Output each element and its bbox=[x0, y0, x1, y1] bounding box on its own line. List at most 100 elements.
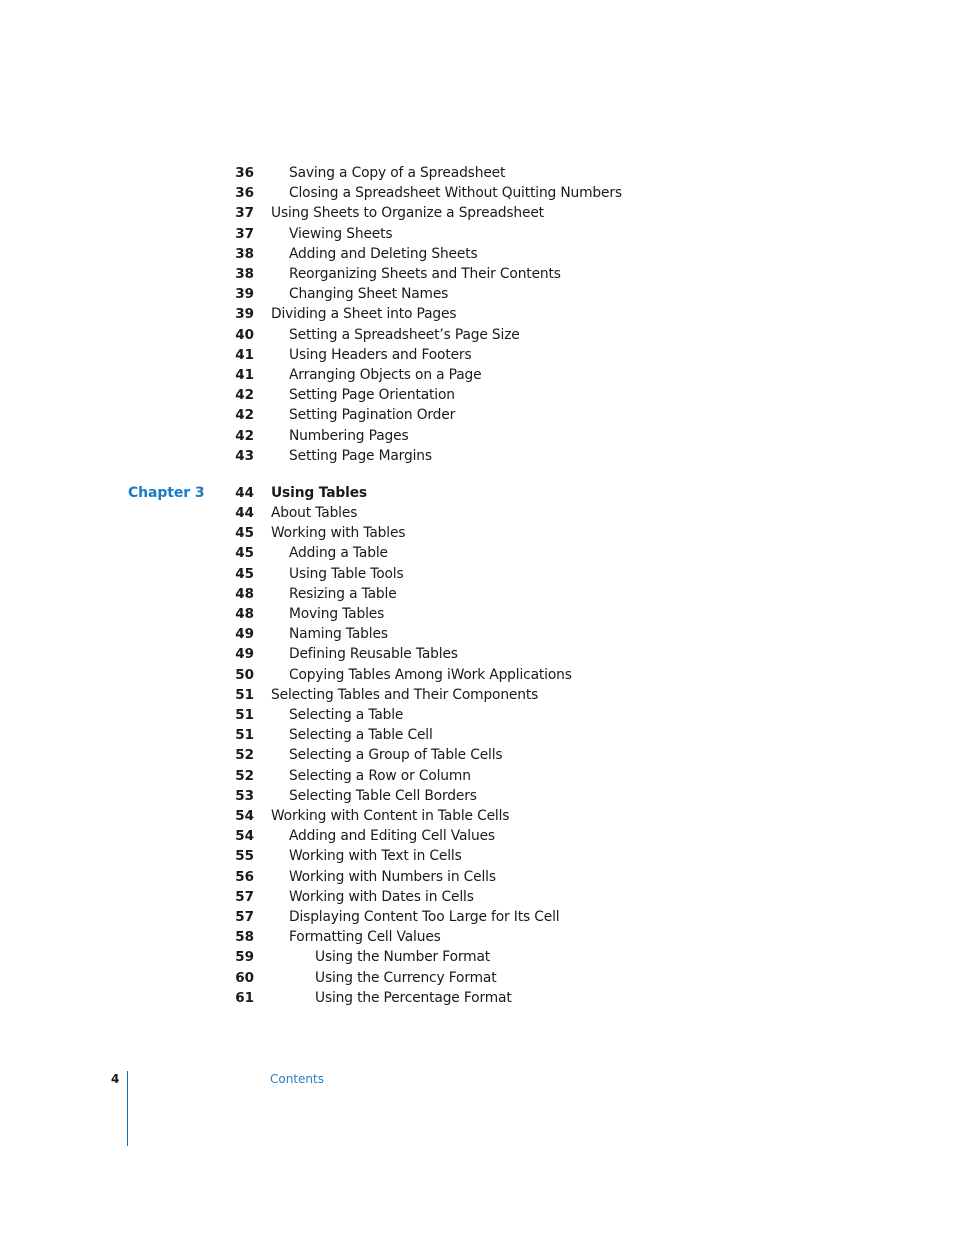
toc-entry[interactable]: 55 Working with Text in Cells bbox=[0, 846, 700, 866]
footer-section-name: Contents bbox=[270, 1072, 324, 1086]
toc-entry[interactable]: 56 Working with Numbers in Cells bbox=[0, 867, 700, 887]
toc-entry[interactable]: 45 Working with Tables bbox=[0, 523, 700, 543]
toc-entry[interactable]: 41 Arranging Objects on a Page bbox=[0, 365, 700, 385]
toc-entry[interactable]: 36 Closing a Spreadsheet Without Quitting… bbox=[0, 183, 700, 203]
toc-page-number: 56 bbox=[235, 868, 254, 885]
toc-entry[interactable]: 38 Reorganizing Sheets and Their Contents bbox=[0, 264, 700, 284]
toc-entry[interactable]: 44 About Tables bbox=[0, 503, 700, 523]
toc-page-number: 44 bbox=[235, 485, 254, 501]
toc-entry[interactable]: 51 Selecting a Table bbox=[0, 705, 700, 725]
toc-entry[interactable]: 49 Defining Reusable Tables bbox=[0, 644, 700, 664]
toc-entry[interactable]: 49 Naming Tables bbox=[0, 624, 700, 644]
toc-entry-title: Viewing Sheets bbox=[289, 225, 393, 242]
toc-entry-title: Setting Pagination Order bbox=[289, 407, 456, 424]
toc-entry-title: Dividing a Sheet into Pages bbox=[271, 306, 457, 323]
toc-entry[interactable]: 43 Setting Page Margins bbox=[0, 446, 700, 466]
toc-page-number: 59 bbox=[235, 949, 254, 966]
toc-entry[interactable]: 37 Using Sheets to Organize a Spreadsheet bbox=[0, 203, 700, 223]
toc-entry-title: Selecting a Table bbox=[289, 707, 404, 723]
toc-entry[interactable]: 36 Saving a Copy of a Spreadsheet bbox=[0, 163, 700, 183]
toc-entry-title: Closing a Spreadsheet Without Quitting N… bbox=[289, 185, 622, 202]
toc-entry[interactable]: 60 Using the Currency Format bbox=[0, 968, 700, 988]
chapter-label: Chapter 3 bbox=[128, 485, 205, 501]
toc-page-number: 45 bbox=[235, 565, 254, 582]
toc-entry[interactable]: 61 Using the Percentage Format bbox=[0, 988, 700, 1008]
toc-entry[interactable]: 45 Using Table Tools bbox=[0, 564, 700, 584]
toc-page-number: 41 bbox=[235, 346, 254, 363]
toc-entry[interactable]: 45 Adding a Table bbox=[0, 543, 700, 563]
toc-entry-title: Arranging Objects on a Page bbox=[289, 367, 482, 383]
toc-entry[interactable]: 58 Formatting Cell Values bbox=[0, 927, 700, 947]
toc-page-number: 40 bbox=[235, 326, 254, 343]
toc-entry[interactable]: 39 Dividing a Sheet into Pages bbox=[0, 304, 700, 324]
toc-page-number: 41 bbox=[235, 367, 254, 383]
toc-entry-title: About Tables bbox=[271, 505, 358, 521]
toc-page-number: 49 bbox=[235, 626, 254, 643]
toc-entry-title: Working with Dates in Cells bbox=[289, 888, 474, 905]
toc-entry[interactable]: 42 Setting Pagination Order bbox=[0, 405, 700, 425]
toc-entry[interactable]: 48 Resizing a Table bbox=[0, 584, 700, 604]
toc-page-number: 49 bbox=[235, 646, 254, 663]
toc-page-number: 51 bbox=[235, 686, 254, 703]
toc-entry[interactable]: 39 Changing Sheet Names bbox=[0, 284, 700, 304]
toc-entry[interactable]: 53 Selecting Table Cell Borders bbox=[0, 786, 700, 806]
toc-page-number: 45 bbox=[235, 545, 254, 562]
toc-page-number: 44 bbox=[235, 505, 254, 521]
toc-entry-title: Selecting a Table Cell bbox=[289, 727, 433, 744]
toc-page-number: 51 bbox=[235, 707, 254, 723]
toc-entry-title: Using Sheets to Organize a Spreadsheet bbox=[271, 205, 544, 222]
toc-page-number: 52 bbox=[235, 747, 254, 764]
toc-entry[interactable]: 51 Selecting a Table Cell bbox=[0, 725, 700, 745]
toc-entry-title: Defining Reusable Tables bbox=[289, 646, 458, 663]
toc-entry-title: Formatting Cell Values bbox=[289, 929, 441, 946]
toc-entry[interactable]: 52 Selecting a Group of Table Cells bbox=[0, 745, 700, 765]
toc-entry-title: Resizing a Table bbox=[289, 585, 397, 602]
toc-page-number: 54 bbox=[235, 828, 254, 845]
toc-entry[interactable]: 59 Using the Number Format bbox=[0, 947, 700, 967]
toc-entry-title: Numbering Pages bbox=[289, 427, 409, 444]
toc-entry-title: Selecting a Row or Column bbox=[289, 767, 471, 784]
toc-entry-title: Adding and Deleting Sheets bbox=[289, 245, 478, 262]
toc-entry[interactable]: 54 Working with Content in Table Cells bbox=[0, 806, 700, 826]
toc-page-number: 36 bbox=[235, 185, 254, 202]
toc-entry[interactable]: 41 Using Headers and Footers bbox=[0, 345, 700, 365]
toc-entry[interactable]: 51 Selecting Tables and Their Components bbox=[0, 685, 700, 705]
toc-entry[interactable]: 54 Adding and Editing Cell Values bbox=[0, 826, 700, 846]
toc-entry-title: Reorganizing Sheets and Their Contents bbox=[289, 266, 561, 282]
toc-page-number: 42 bbox=[235, 387, 254, 404]
toc-entry[interactable]: 40 Setting a Spreadsheet’s Page Size bbox=[0, 325, 700, 345]
toc-page-number: 48 bbox=[235, 585, 254, 602]
toc-entry-title: Moving Tables bbox=[289, 606, 385, 622]
toc-page-number: 55 bbox=[235, 848, 254, 865]
toc-page-number: 53 bbox=[235, 787, 254, 804]
toc-entry[interactable]: 57 Working with Dates in Cells bbox=[0, 887, 700, 907]
toc-page-number: 38 bbox=[235, 266, 254, 282]
toc-entry[interactable]: 42 Numbering Pages bbox=[0, 426, 700, 446]
toc-page-number: 36 bbox=[235, 165, 254, 181]
toc-page-number: 61 bbox=[235, 989, 254, 1006]
toc-page-number: 42 bbox=[235, 407, 254, 424]
toc-entry-title: Adding a Table bbox=[289, 545, 388, 562]
toc-page-number: 57 bbox=[235, 909, 254, 925]
toc-entry[interactable]: 50 Copying Tables Among iWork Application… bbox=[0, 665, 700, 685]
toc-entry-title: Copying Tables Among iWork Applications bbox=[289, 666, 572, 683]
toc-entry[interactable]: 37 Viewing Sheets bbox=[0, 224, 700, 244]
toc-entry[interactable]: 38 Adding and Deleting Sheets bbox=[0, 244, 700, 264]
toc-entry[interactable]: 48 Moving Tables bbox=[0, 604, 700, 624]
toc-entry-title: Selecting Tables and Their Components bbox=[271, 686, 539, 703]
toc-entry-title: Using Table Tools bbox=[289, 565, 404, 582]
toc-entry[interactable]: 57 Displaying Content Too Large for Its C… bbox=[0, 907, 700, 927]
toc-entry-title: Working with Text in Cells bbox=[289, 848, 462, 865]
toc-entry[interactable]: 42 Setting Page Orientation bbox=[0, 385, 700, 405]
toc-page-number: 48 bbox=[235, 606, 254, 622]
toc-page-number: 52 bbox=[235, 767, 254, 784]
toc-page-number: 37 bbox=[235, 205, 254, 222]
chapter-heading-row[interactable]: Chapter 3 44 Using Tables bbox=[0, 483, 700, 503]
toc-entry-title: Working with Tables bbox=[271, 525, 406, 542]
toc-entry-title: Naming Tables bbox=[289, 626, 388, 643]
toc-entry-title: Saving a Copy of a Spreadsheet bbox=[289, 165, 506, 181]
toc-page-number: 50 bbox=[235, 666, 254, 683]
toc-entry[interactable]: 52 Selecting a Row or Column bbox=[0, 766, 700, 786]
toc-entry-title: Setting Page Orientation bbox=[289, 387, 455, 404]
toc-entry-title: Selecting a Group of Table Cells bbox=[289, 747, 503, 764]
